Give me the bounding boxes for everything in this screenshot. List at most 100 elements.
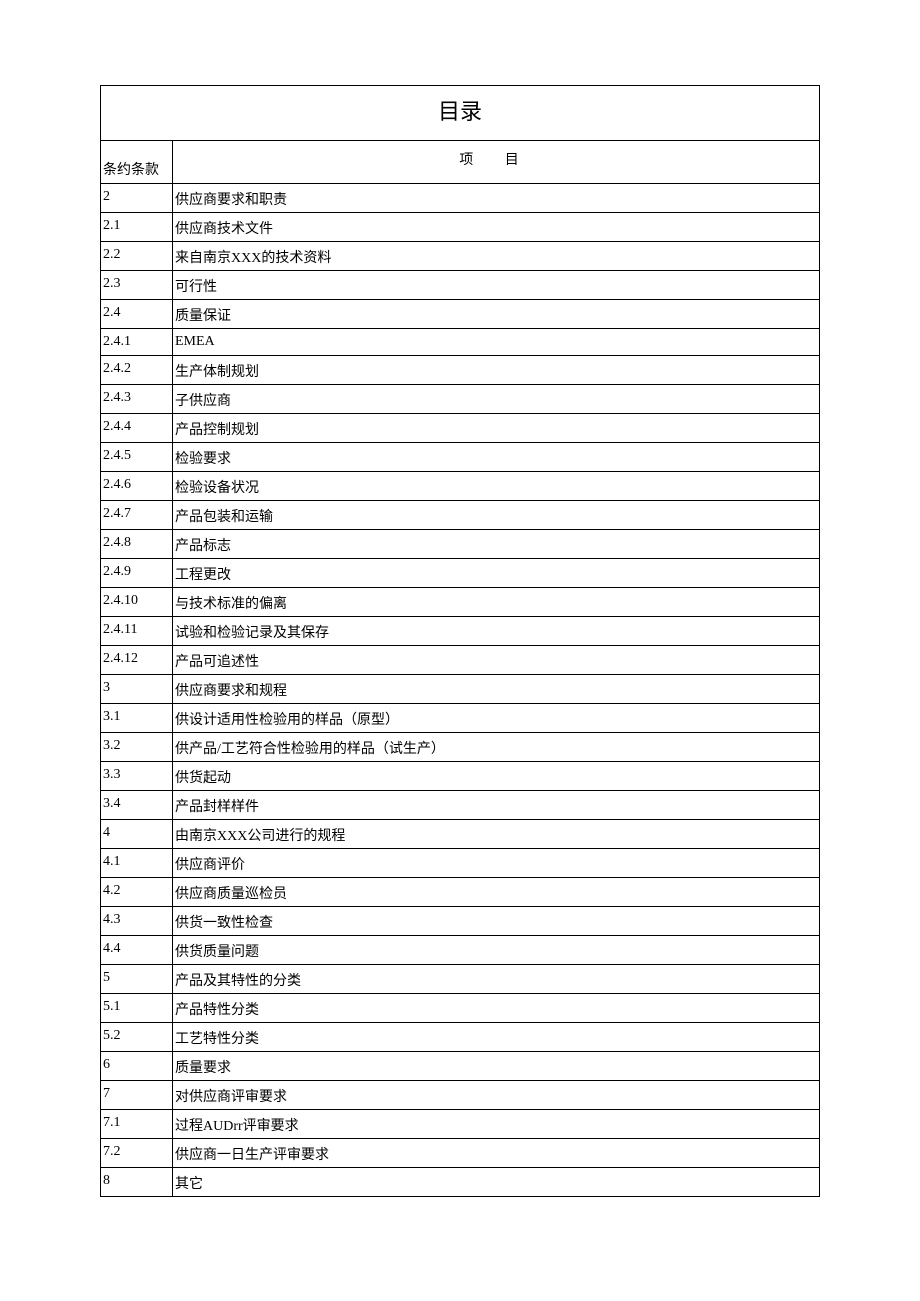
clause-number: 7.1 — [101, 1110, 173, 1138]
clause-number: 2.4.8 — [101, 530, 173, 558]
clause-number: 3.2 — [101, 733, 173, 761]
item-description: 供应商质量巡检员 — [173, 878, 819, 906]
item-description: 工程更改 — [173, 559, 819, 587]
item-description: 其它 — [173, 1168, 819, 1196]
table-body: 2供应商要求和职责2.1供应商技术文件2.2来自南京XXX的技术资料2.3可行性… — [101, 184, 819, 1196]
table-row: 2.4质量保证 — [101, 300, 819, 329]
item-description: 供货质量问题 — [173, 936, 819, 964]
table-row: 4.4供货质量问题 — [101, 936, 819, 965]
item-description: 生产体制规划 — [173, 356, 819, 384]
table-row: 2.4.6检验设备状况 — [101, 472, 819, 501]
clause-number: 2.2 — [101, 242, 173, 270]
clause-number: 2.4.9 — [101, 559, 173, 587]
table-row: 3.4产品封样样件 — [101, 791, 819, 820]
clause-number: 5 — [101, 965, 173, 993]
table-row: 2.4.9工程更改 — [101, 559, 819, 588]
table-row: 2.4.11试验和检验记录及其保存 — [101, 617, 819, 646]
item-description: 对供应商评审要求 — [173, 1081, 819, 1109]
table-row: 7对供应商评审要求 — [101, 1081, 819, 1110]
clause-number: 4.1 — [101, 849, 173, 877]
item-description: 供设计适用性检验用的样品（原型） — [173, 704, 819, 732]
clause-number: 3.4 — [101, 791, 173, 819]
table-row: 2.4.1EMEA — [101, 329, 819, 356]
item-description: 子供应商 — [173, 385, 819, 413]
table-row: 2.4.4产品控制规划 — [101, 414, 819, 443]
table-row: 2.4.2生产体制规划 — [101, 356, 819, 385]
item-description: 产品特性分类 — [173, 994, 819, 1022]
item-description: EMEA — [173, 329, 819, 355]
table-row: 5产品及其特性的分类 — [101, 965, 819, 994]
table-row: 2.4.7产品包装和运输 — [101, 501, 819, 530]
clause-number: 2.4.4 — [101, 414, 173, 442]
table-row: 2供应商要求和职责 — [101, 184, 819, 213]
clause-number: 4.2 — [101, 878, 173, 906]
clause-number: 2.4.2 — [101, 356, 173, 384]
clause-number: 2.4.10 — [101, 588, 173, 616]
item-description: 质量保证 — [173, 300, 819, 328]
item-description: 试验和检验记录及其保存 — [173, 617, 819, 645]
item-description: 产品标志 — [173, 530, 819, 558]
clause-number: 4.3 — [101, 907, 173, 935]
item-description: 产品封样样件 — [173, 791, 819, 819]
table-title: 目录 — [101, 86, 819, 141]
toc-table: 目录 条约条款 项 目 2供应商要求和职责2.1供应商技术文件2.2来自南京XX… — [100, 85, 820, 1197]
table-row: 2.2来自南京XXX的技术资料 — [101, 242, 819, 271]
clause-number: 3 — [101, 675, 173, 703]
clause-number: 2.4.12 — [101, 646, 173, 674]
item-description: 供应商评价 — [173, 849, 819, 877]
table-row: 4由南京XXX公司进行的规程 — [101, 820, 819, 849]
table-row: 3.3供货起动 — [101, 762, 819, 791]
table-header-row: 条约条款 项 目 — [101, 141, 819, 184]
item-description: 来自南京XXX的技术资料 — [173, 242, 819, 270]
clause-number: 2.4.3 — [101, 385, 173, 413]
clause-number: 7.2 — [101, 1139, 173, 1167]
table-row: 4.3供货一致性检查 — [101, 907, 819, 936]
table-row: 4.1供应商评价 — [101, 849, 819, 878]
header-clause-column: 条约条款 — [101, 141, 173, 183]
table-row: 3供应商要求和规程 — [101, 675, 819, 704]
item-description: 供应商要求和规程 — [173, 675, 819, 703]
table-row: 6质量要求 — [101, 1052, 819, 1081]
item-description: 供货起动 — [173, 762, 819, 790]
clause-number: 2.4.5 — [101, 443, 173, 471]
clause-number: 7 — [101, 1081, 173, 1109]
clause-number: 5.1 — [101, 994, 173, 1022]
table-row: 3.2供产品/工艺符合性检验用的样品（试生产） — [101, 733, 819, 762]
clause-number: 2.1 — [101, 213, 173, 241]
table-row: 2.4.3子供应商 — [101, 385, 819, 414]
item-description: 产品及其特性的分类 — [173, 965, 819, 993]
table-row: 5.2工艺特性分类 — [101, 1023, 819, 1052]
header-item-column: 项 目 — [173, 141, 819, 183]
clause-number: 8 — [101, 1168, 173, 1196]
item-description: 供货一致性检查 — [173, 907, 819, 935]
item-description: 工艺特性分类 — [173, 1023, 819, 1051]
item-description: 质量要求 — [173, 1052, 819, 1080]
item-description: 供应商要求和职责 — [173, 184, 819, 212]
clause-number: 5.2 — [101, 1023, 173, 1051]
table-row: 7.1过程AUDrr评审要求 — [101, 1110, 819, 1139]
clause-number: 2.3 — [101, 271, 173, 299]
table-row: 2.4.12产品可追述性 — [101, 646, 819, 675]
item-description: 产品控制规划 — [173, 414, 819, 442]
clause-number: 3.3 — [101, 762, 173, 790]
item-description: 供产品/工艺符合性检验用的样品（试生产） — [173, 733, 819, 761]
clause-number: 2.4.6 — [101, 472, 173, 500]
table-row: 7.2供应商一日生产评审要求 — [101, 1139, 819, 1168]
item-description: 过程AUDrr评审要求 — [173, 1110, 819, 1138]
clause-number: 6 — [101, 1052, 173, 1080]
item-description: 供应商一日生产评审要求 — [173, 1139, 819, 1167]
table-row: 2.4.5检验要求 — [101, 443, 819, 472]
clause-number: 2.4.1 — [101, 329, 173, 355]
clause-number: 4 — [101, 820, 173, 848]
clause-number: 3.1 — [101, 704, 173, 732]
clause-number: 2.4.7 — [101, 501, 173, 529]
table-row: 2.1供应商技术文件 — [101, 213, 819, 242]
table-row: 2.4.10与技术标准的偏离 — [101, 588, 819, 617]
table-row: 5.1产品特性分类 — [101, 994, 819, 1023]
table-row: 4.2供应商质量巡检员 — [101, 878, 819, 907]
table-row: 8其它 — [101, 1168, 819, 1196]
item-description: 产品包装和运输 — [173, 501, 819, 529]
clause-number: 2.4.11 — [101, 617, 173, 645]
item-description: 供应商技术文件 — [173, 213, 819, 241]
table-row: 2.3可行性 — [101, 271, 819, 300]
